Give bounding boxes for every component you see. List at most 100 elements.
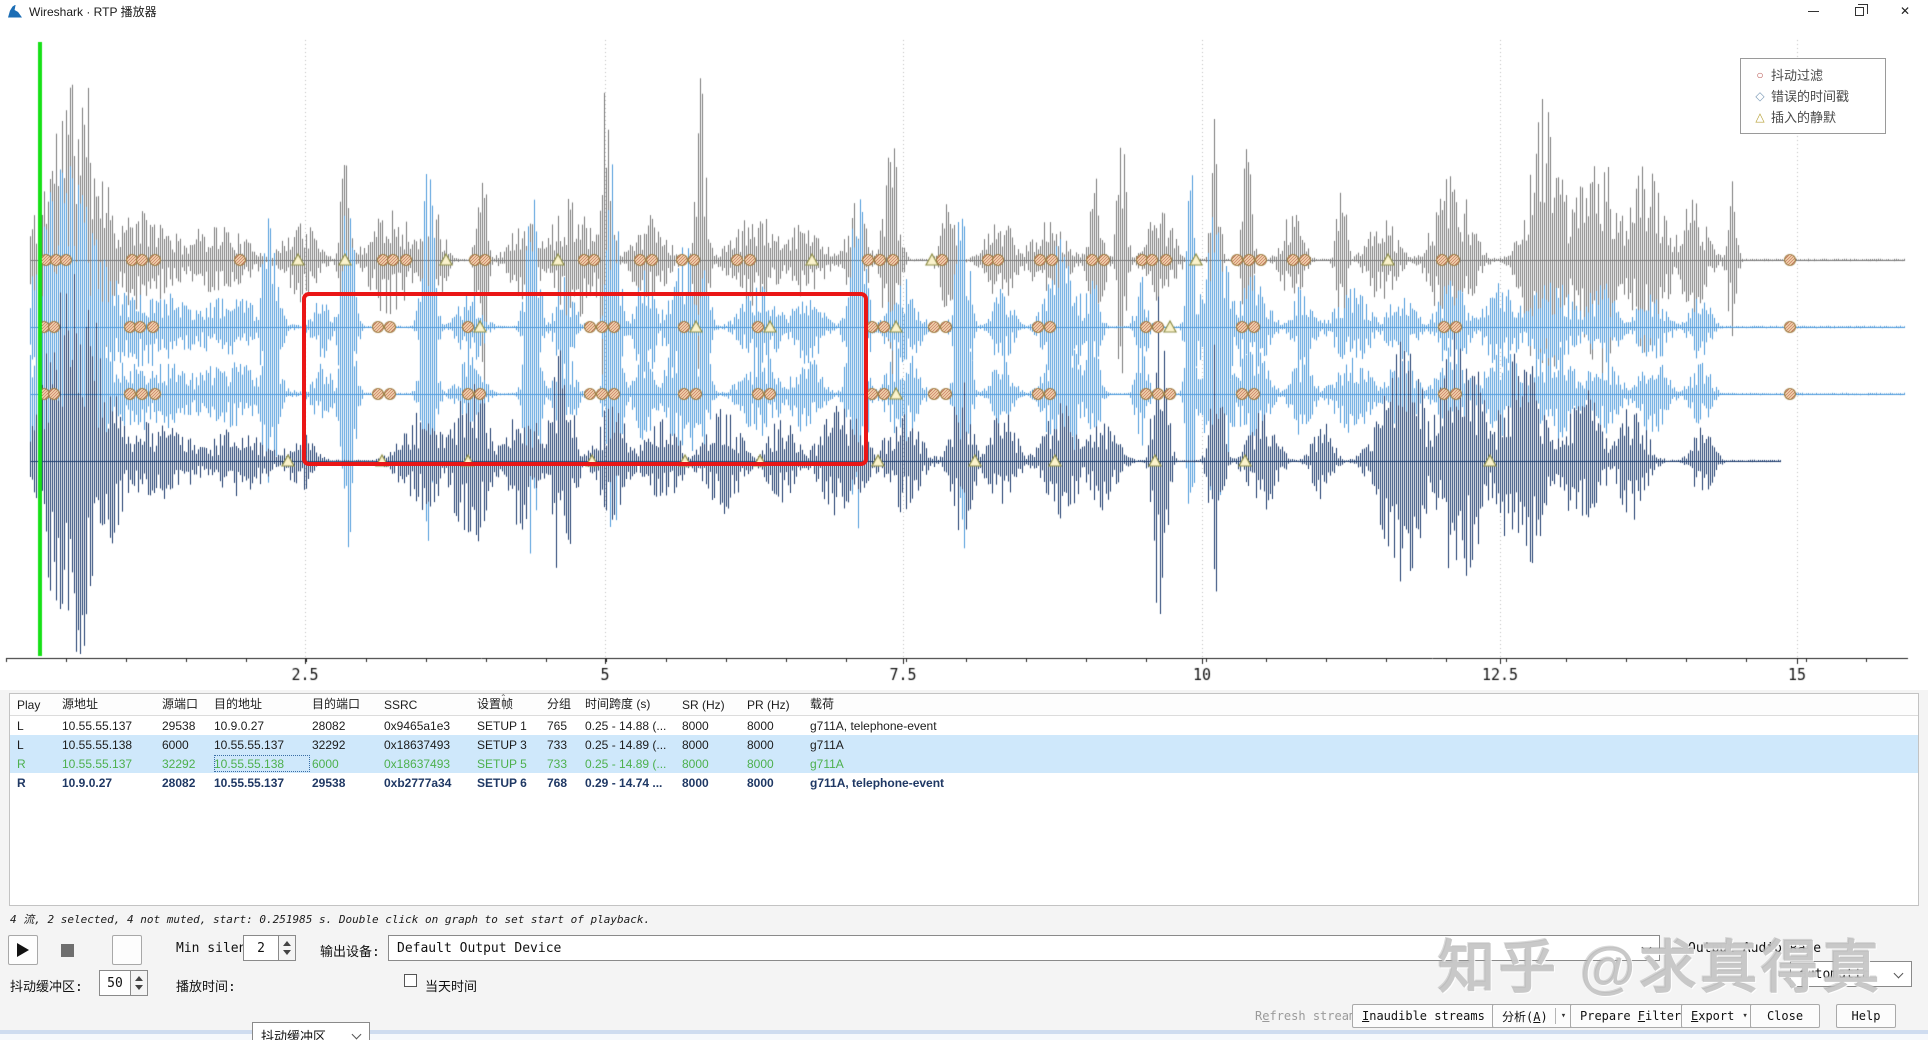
table-row[interactable]: R 10.9.0.27 28082 10.55.55.137 29538 0xb2777a… <box>10 773 1918 792</box>
play-channel-cell[interactable]: L <box>16 735 61 754</box>
prepare-filter-button[interactable]: Prepare Filter <box>1570 1004 1692 1028</box>
column-header[interactable]: 目的端口 <box>311 694 383 715</box>
column-header[interactable]: 分组 <box>546 694 584 715</box>
spin-up-icon <box>135 975 143 981</box>
play-icon <box>17 943 29 957</box>
chevron-down-icon <box>1641 942 1652 953</box>
close-icon: ✕ <box>1899 4 1911 18</box>
table-cell[interactable]: 0x18637493 <box>383 754 476 773</box>
play-channel-cell[interactable]: R <box>16 773 61 792</box>
table-cell[interactable]: 8000 <box>746 754 809 773</box>
button-label: Prepare Filter <box>1580 1009 1682 1023</box>
output-device-select[interactable]: Default Output Device <box>388 935 1660 961</box>
play-channel-cell[interactable]: R <box>16 754 61 773</box>
legend-label: 错误的时间戳 <box>1771 89 1850 104</box>
table-cell[interactable]: g711A <box>809 754 1918 773</box>
column-header[interactable]: 时间跨度 (s) <box>584 694 681 715</box>
inaudible-streams-button[interactable]: Inaudible streams▾ <box>1352 1004 1514 1028</box>
table-cell[interactable]: 10.55.55.137 <box>61 754 161 773</box>
table-cell[interactable]: 10.55.55.137 <box>61 716 161 735</box>
table-cell[interactable]: 10.55.55.138 <box>61 735 161 754</box>
output-device-label: 输出设备: <box>320 945 380 960</box>
table-cell[interactable]: 0xb2777a34 <box>383 773 476 792</box>
play-channel-cell[interactable]: L <box>16 716 61 735</box>
column-header[interactable]: 目的地址 <box>213 694 311 715</box>
minimize-icon <box>1807 10 1819 12</box>
table-cell[interactable]: 10.55.55.137 <box>213 735 311 754</box>
output-rate-select[interactable]: automatic <box>1790 961 1912 987</box>
restore-icon <box>1854 3 1868 16</box>
table-cell[interactable]: 29538 <box>311 773 383 792</box>
table-row[interactable]: L 10.55.55.137 29538 10.9.0.27 28082 0x9465a1… <box>10 716 1918 735</box>
restore-button[interactable] <box>1836 0 1882 22</box>
table-cell[interactable]: 0.25 - 14.89 (... <box>584 754 681 773</box>
window-title: Wireshark · RTP 播放器 <box>29 4 157 19</box>
table-cell[interactable]: 32292 <box>161 754 213 773</box>
column-header[interactable]: 源地址 <box>61 694 161 715</box>
titlebar: Wireshark · RTP 播放器 ✕ <box>0 0 1928 22</box>
table-cell[interactable]: g711A, telephone-event <box>809 716 1918 735</box>
table-cell[interactable]: 8000 <box>746 716 809 735</box>
close-button[interactable]: Close <box>1750 1004 1820 1028</box>
table-cell[interactable]: 8000 <box>681 735 746 754</box>
table-cell[interactable]: 32292 <box>311 735 383 754</box>
table-row[interactable]: L 10.55.55.138 6000 10.55.55.137 32292 0x1863… <box>10 735 1918 754</box>
table-cell[interactable]: 765 <box>546 716 584 735</box>
table-cell[interactable]: g711A, telephone-event <box>809 773 1918 792</box>
help-button[interactable]: Help <box>1836 1004 1896 1028</box>
table-cell[interactable]: SETUP 6 <box>476 773 546 792</box>
table-cell[interactable]: 0.25 - 14.89 (... <box>584 735 681 754</box>
play-button[interactable] <box>8 935 38 965</box>
table-cell[interactable]: 8000 <box>681 716 746 735</box>
export-button[interactable]: Export ▾ <box>1681 1004 1758 1028</box>
waveform-canvas[interactable] <box>0 22 1928 690</box>
table-cell[interactable]: 8000 <box>681 773 746 792</box>
table-row[interactable]: R 10.55.55.137 32292 10.55.55.138 6000 0x1863… <box>10 754 1918 773</box>
column-header[interactable]: SSRC <box>383 694 476 715</box>
table-cell[interactable]: 10.9.0.27 <box>213 716 311 735</box>
jitter-buffer-stepper[interactable] <box>131 970 148 996</box>
button-label: Close <box>1766 1009 1804 1023</box>
min-silence-input[interactable]: 2 <box>243 935 279 961</box>
table-cell[interactable]: 0.25 - 14.88 (... <box>584 716 681 735</box>
time-of-day-label: 当天时间 <box>425 980 478 995</box>
table-cell[interactable]: SETUP 1 <box>476 716 546 735</box>
table-cell[interactable]: SETUP 3 <box>476 735 546 754</box>
table-cell[interactable]: 10.55.55.138 <box>213 754 311 773</box>
table-cell[interactable]: 8000 <box>681 754 746 773</box>
pause-button[interactable] <box>112 935 142 965</box>
table-cell[interactable]: 10.9.0.27 <box>61 773 161 792</box>
table-cell[interactable]: 8000 <box>746 773 809 792</box>
rtp-player-window: Wireshark · RTP 播放器 ✕ ○ 抖动过滤 ◇ 错误的时间戳 △ … <box>0 0 1928 1040</box>
column-header[interactable]: Play <box>16 694 61 715</box>
table-cell[interactable]: 28082 <box>311 716 383 735</box>
table-cell[interactable]: 733 <box>546 735 584 754</box>
table-cell[interactable]: 28082 <box>161 773 213 792</box>
table-cell[interactable]: 8000 <box>746 735 809 754</box>
min-silence-value: 2 <box>257 940 265 956</box>
table-cell[interactable]: 29538 <box>161 716 213 735</box>
table-cell[interactable]: 0.29 - 14.74 ... <box>584 773 681 792</box>
minimize-button[interactable] <box>1790 0 1836 22</box>
table-cell[interactable]: g711A <box>809 735 1918 754</box>
column-header[interactable]: 载荷 <box>809 694 1918 715</box>
jitter-buffer-input[interactable]: 50 <box>99 970 131 996</box>
time-of-day-checkbox[interactable] <box>404 974 417 987</box>
column-header[interactable]: 源端口 <box>161 694 213 715</box>
column-header[interactable]: 设置帧 ⌃ <box>476 693 546 715</box>
table-cell[interactable]: 6000 <box>161 735 213 754</box>
table-cell[interactable]: 6000 <box>311 754 383 773</box>
table-cell[interactable]: 0x18637493 <box>383 735 476 754</box>
column-header[interactable]: SR (Hz) <box>681 694 746 715</box>
table-cell[interactable]: 0x9465a1e3 <box>383 716 476 735</box>
analyze-button[interactable]: 分析(A) ▾ <box>1492 1004 1577 1028</box>
table-cell[interactable]: 733 <box>546 754 584 773</box>
table-cell[interactable]: SETUP 5 <box>476 754 546 773</box>
close-button[interactable]: ✕ <box>1882 0 1928 22</box>
table-cell[interactable]: 768 <box>546 773 584 792</box>
legend-label: 插入的静默 <box>1771 110 1837 125</box>
min-silence-stepper[interactable] <box>279 935 296 961</box>
column-header[interactable]: PR (Hz) <box>746 694 809 715</box>
table-cell[interactable]: 10.55.55.137 <box>213 773 311 792</box>
stop-button[interactable] <box>52 935 82 965</box>
